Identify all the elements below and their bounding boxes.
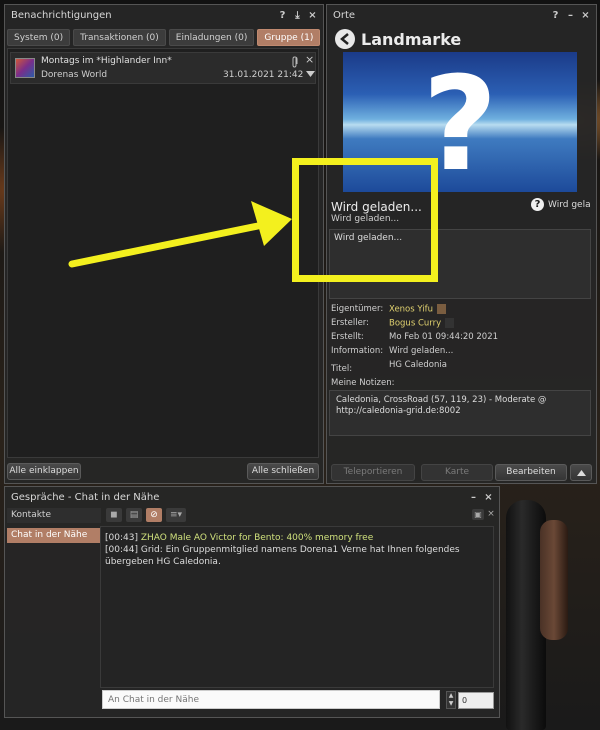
creator-label: Ersteller: (331, 318, 370, 328)
notes-box[interactable]: Caledonia, CrossRoad (57, 119, 23) - Mod… (329, 390, 591, 436)
notes-label: Meine Notizen: (331, 378, 395, 388)
close-conversation-icon[interactable]: × (486, 509, 496, 520)
message-time: [00:43] (105, 533, 138, 543)
notification-subject: Montags im *Highlander Inn* (41, 56, 172, 66)
avatar-arm (540, 520, 568, 640)
tab-group[interactable]: Gruppe (1) (257, 29, 321, 46)
places-title: Orte (333, 9, 356, 21)
nearby-chat-tab[interactable]: Chat in der Nähe (7, 528, 101, 543)
chevron-down-icon[interactable] (306, 71, 315, 77)
owner-link[interactable]: Xenos Yifu (389, 305, 433, 315)
chat-titlebar: Gespräche - Chat in der Nähe – × (5, 487, 499, 507)
chat-bubble-icon[interactable]: ▤ (126, 508, 142, 522)
creator-link[interactable]: Bogus Curry (389, 319, 441, 329)
message-text: Grid: Ein Gruppenmitglied namens Dorena1… (105, 545, 460, 567)
tear-off-icon[interactable]: ▣ (472, 509, 484, 520)
title-value: HG Caledonia (389, 360, 447, 370)
options-menu-icon[interactable]: ≡▾ (166, 508, 186, 522)
notifications-titlebar: Benachrichtigungen ? ⤓ × (5, 5, 323, 25)
chevron-up-icon: ▲ (448, 692, 454, 699)
notification-item[interactable]: Montags im *Highlander Inn* Dorenas Worl… (10, 52, 316, 84)
tab-system[interactable]: System (0) (7, 29, 71, 46)
dock-icon[interactable]: ⤓ (293, 10, 302, 21)
close-icon[interactable]: × (484, 492, 493, 503)
help-link[interactable]: ? Wird gela (531, 198, 591, 211)
chevron-left-icon (340, 33, 349, 45)
chat-message: [00:43] ZHAO Male AO Victor for Bento: 4… (105, 532, 489, 544)
help-icon[interactable]: ? (278, 10, 287, 21)
hide-chat-icon[interactable]: ⊘ (146, 508, 162, 522)
information-label: Information: (331, 346, 384, 356)
profile-icon (437, 304, 447, 314)
chat-message: [00:44] Grid: Ein Gruppenmitglied namens… (105, 544, 489, 568)
people-icon[interactable]: ◼ (106, 508, 122, 522)
profile-icon (445, 318, 455, 328)
information-value: Wird geladen... (389, 346, 454, 356)
places-header: Landmarke (335, 29, 461, 49)
help-circle-icon: ? (531, 198, 544, 211)
close-icon[interactable]: × (308, 10, 317, 21)
chat-stepper[interactable]: ▲ ▼ (446, 691, 456, 709)
message-text: 400% memory free (286, 533, 374, 543)
tab-transactions[interactable]: Transaktionen (0) (73, 29, 166, 46)
created-label: Erstellt: (331, 332, 364, 342)
owner-label: Eigentümer: (331, 304, 384, 314)
created-value: Mo Feb 01 09:44:20 2021 (389, 332, 499, 342)
help-icon[interactable]: ? (551, 10, 560, 21)
notifications-title: Benachrichtigungen (11, 9, 112, 21)
close-icon[interactable]: × (581, 10, 590, 21)
group-icon (15, 58, 35, 78)
contacts-tab[interactable]: Kontakte (7, 508, 101, 523)
tab-invitations[interactable]: Einladungen (0) (168, 29, 255, 46)
notes-text: Caledonia, CrossRoad (57, 119, 23) - Mod… (336, 395, 547, 416)
map-button[interactable]: Karte (421, 464, 493, 481)
chat-input[interactable] (102, 690, 440, 709)
message-sender[interactable]: ZHAO Male AO Victor for Bento: (141, 533, 284, 543)
chevron-down-icon: ▼ (448, 700, 454, 707)
notification-group: Dorenas World (41, 70, 108, 80)
close-notification-icon[interactable]: × (305, 53, 314, 66)
minimize-icon[interactable]: – (566, 10, 575, 21)
collapse-all-button[interactable]: Alle einklappen (7, 463, 81, 480)
teleport-button[interactable]: Teleportieren (331, 464, 415, 481)
notification-list: Montags im *Highlander Inn* Dorenas Worl… (7, 48, 319, 458)
chat-channel-field[interactable]: 0 (458, 692, 494, 709)
places-titlebar: Orte ? – × (327, 5, 596, 25)
more-button[interactable] (570, 464, 592, 481)
landmark-heading: Landmarke (361, 29, 462, 49)
paperclip-icon (292, 56, 298, 68)
highlight-box (292, 158, 438, 282)
minimize-icon[interactable]: – (469, 492, 478, 503)
chat-title: Gespräche - Chat in der Nähe (11, 491, 160, 503)
chat-history: [00:43] ZHAO Male AO Victor for Bento: 4… (100, 526, 494, 688)
title-label: Titel: (331, 364, 353, 374)
message-time: [00:44] (105, 545, 138, 555)
help-link-label: Wird gela (548, 199, 591, 210)
chevron-up-icon (576, 470, 586, 476)
back-button[interactable] (335, 29, 355, 49)
notifications-tabs: System (0) Transaktionen (0) Einladungen… (7, 29, 321, 46)
notifications-panel: Benachrichtigungen ? ⤓ × System (0) Tran… (4, 4, 324, 484)
close-all-button[interactable]: Alle schließen (247, 463, 319, 480)
notification-date: 31.01.2021 21:42 (223, 70, 304, 80)
edit-button[interactable]: Bearbeiten (495, 464, 567, 481)
